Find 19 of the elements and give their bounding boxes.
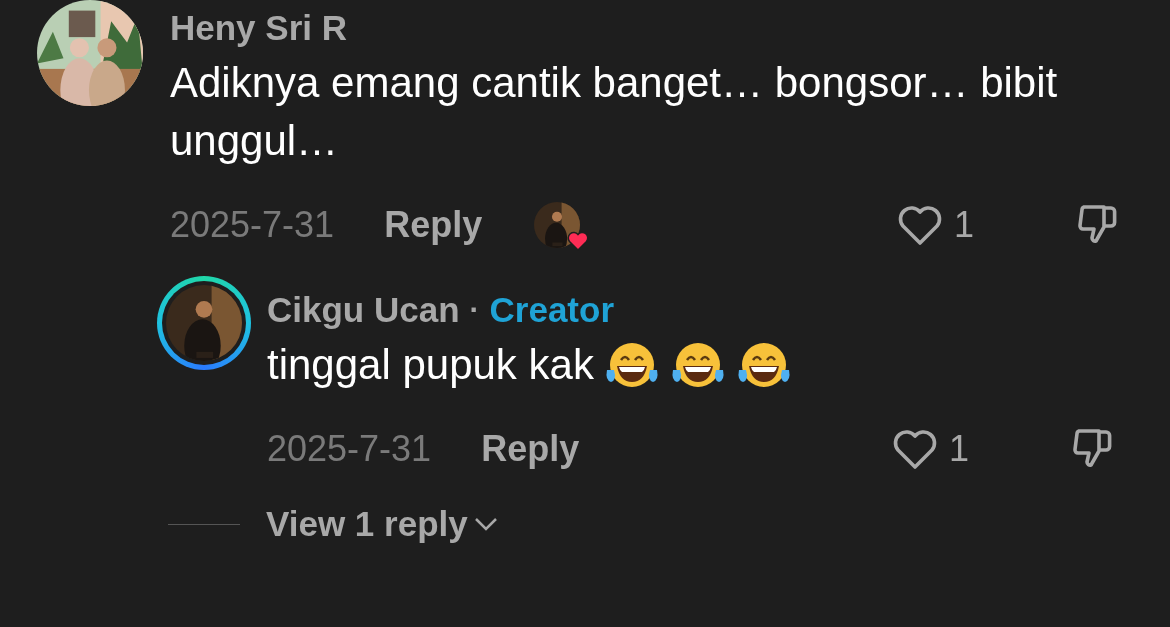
chevron-down-icon [473, 517, 498, 531]
comment-date: 2025-7-31 [267, 428, 432, 470]
comment-text: tinggal pupuk kak [267, 340, 594, 390]
laughing-tears-emoji-icon [603, 340, 660, 390]
creator-label: Creator [489, 290, 615, 330]
comment-text: Adiknya emang cantik banget… bongsor… bibit unggul… [170, 58, 1059, 166]
laughing-tears-emoji-icon [669, 340, 726, 390]
separator-dot: · [469, 293, 480, 327]
laughing-tears-emoji-icon [735, 340, 792, 390]
comment-author: Cikgu Ucan [267, 289, 460, 331]
like-count: 1 [948, 428, 969, 470]
comment-date: 2025-7-31 [170, 204, 335, 246]
comment-author: Heny Sri R [170, 7, 347, 49]
like-button[interactable]: 1 [890, 427, 969, 471]
like-count: 1 [953, 204, 974, 246]
like-button[interactable]: 1 [895, 203, 974, 247]
reply-button[interactable]: Reply [481, 428, 580, 470]
view-replies-button[interactable]: View 1 reply [266, 504, 498, 544]
reply-button[interactable]: Reply [384, 204, 483, 246]
